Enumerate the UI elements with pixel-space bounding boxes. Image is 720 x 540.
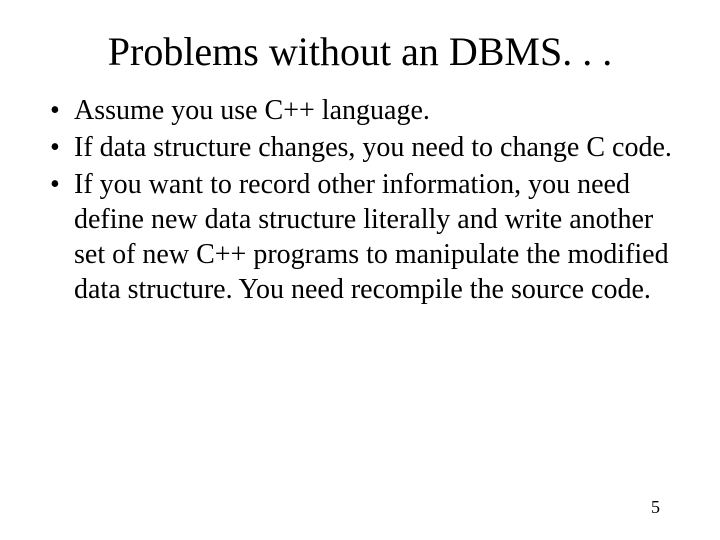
slide: Problems without an DBMS. . . Assume you… [0,0,720,540]
list-item: If data structure changes, you need to c… [50,130,680,165]
list-item: If you want to record other information,… [50,167,680,307]
slide-title: Problems without an DBMS. . . [40,28,680,75]
bullet-list: Assume you use C++ language. If data str… [50,93,680,307]
page-number: 5 [651,497,660,518]
list-item: Assume you use C++ language. [50,93,680,128]
